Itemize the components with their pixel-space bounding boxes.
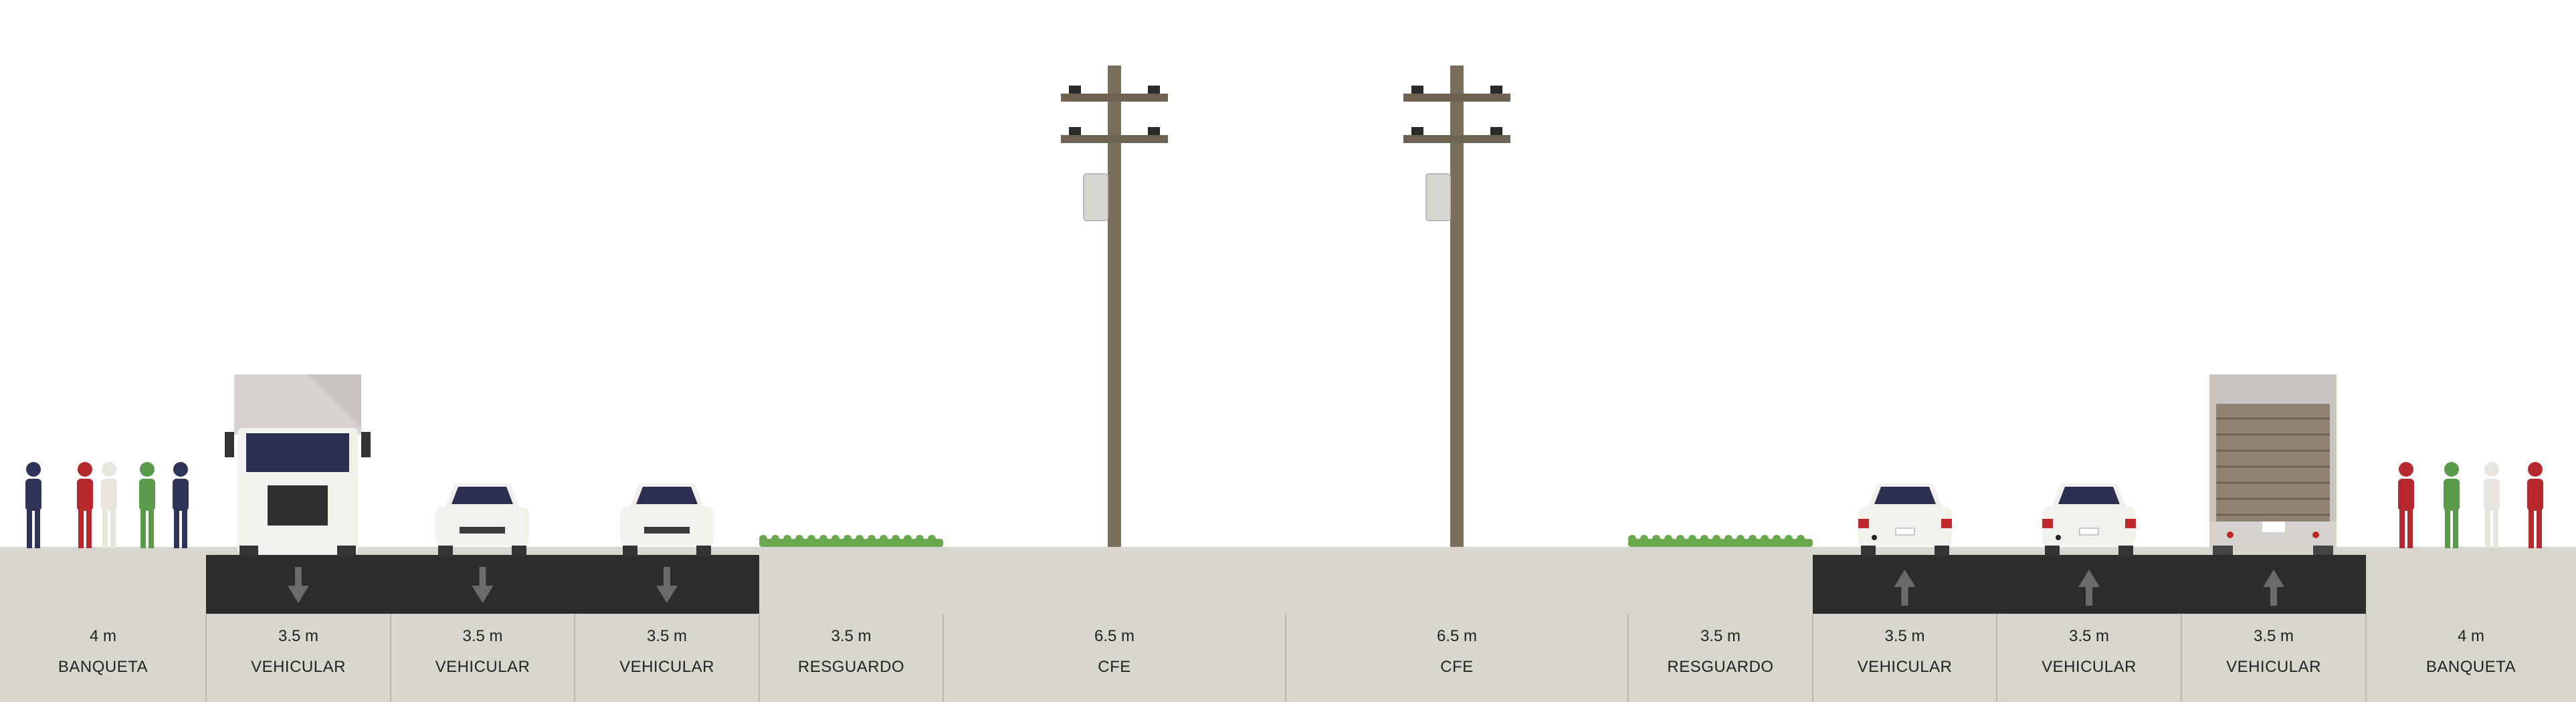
grass-icon xyxy=(1628,535,1813,547)
pedestrian-icon xyxy=(2398,462,2414,548)
lane-base xyxy=(2181,614,2366,702)
utility-pole-icon xyxy=(1060,65,1169,548)
lane-base xyxy=(575,614,759,702)
pedestrian-icon xyxy=(101,462,117,548)
car-icon xyxy=(620,483,714,556)
lane-base xyxy=(391,614,575,702)
pedestrian-icon xyxy=(77,462,93,548)
pedestrian-icon xyxy=(2484,462,2500,548)
street-section-diagram xyxy=(0,65,2576,702)
pedestrian-icon xyxy=(173,462,189,548)
car-icon xyxy=(435,483,529,556)
utility-pole-icon xyxy=(1403,65,1511,548)
lane-base xyxy=(206,614,391,702)
lane-base xyxy=(1997,614,2181,702)
pedestrian-icon xyxy=(2444,462,2460,548)
truck-icon xyxy=(2209,374,2337,555)
pedestrian-icon xyxy=(25,462,41,548)
truck-icon xyxy=(225,374,371,556)
pedestrian-icon xyxy=(139,462,155,548)
car-icon xyxy=(1858,483,1953,557)
sidewalk-segment xyxy=(0,547,206,702)
car-icon xyxy=(2042,483,2137,557)
sidewalk-segment xyxy=(2366,547,2576,702)
pedestrian-icon xyxy=(2527,462,2543,548)
grass-icon xyxy=(759,535,943,547)
lane-base xyxy=(1813,614,1997,702)
